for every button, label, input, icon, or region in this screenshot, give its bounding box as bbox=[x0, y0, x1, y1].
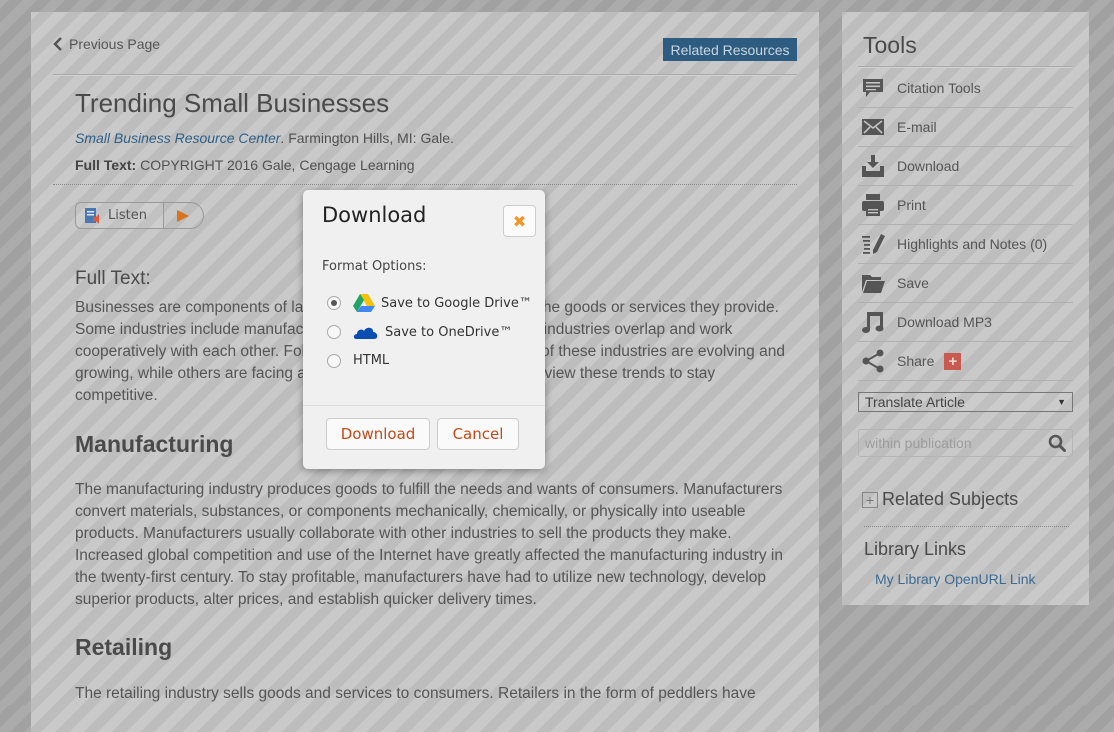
section-heading: Retailing bbox=[75, 634, 173, 660]
tool-download-mp3[interactable]: Download MP3 bbox=[858, 303, 1073, 342]
tools-list: Citation Tools E-mail Download Print Hig… bbox=[858, 69, 1073, 381]
divider bbox=[858, 66, 1073, 68]
music-icon bbox=[860, 310, 886, 334]
tool-label: Print bbox=[897, 197, 926, 213]
source-location: . Farmington Hills, MI: Gale. bbox=[280, 130, 454, 146]
play-button[interactable] bbox=[163, 202, 204, 229]
tool-label: Highlights and Notes (0) bbox=[897, 236, 1048, 252]
download-icon bbox=[860, 154, 886, 178]
tool-citation-tools[interactable]: Citation Tools bbox=[858, 69, 1073, 108]
search-icon[interactable] bbox=[1048, 434, 1066, 452]
format-options-label: Format Options: bbox=[322, 259, 427, 274]
speaker-document-icon bbox=[85, 207, 99, 224]
close-button[interactable]: ✖ bbox=[503, 205, 536, 237]
dropdown-arrow-icon: ▼ bbox=[1057, 397, 1066, 407]
play-icon bbox=[177, 209, 190, 222]
citation-icon bbox=[860, 76, 886, 100]
dialog-title: Download bbox=[322, 203, 427, 227]
translate-selected-value: Translate Article bbox=[865, 394, 965, 410]
copyright-line: Full Text: COPYRIGHT 2016 Gale, Cengage … bbox=[75, 157, 415, 173]
option-label: Save to Google Drive™ bbox=[381, 295, 532, 311]
radio-onedrive[interactable] bbox=[327, 325, 341, 339]
tool-share[interactable]: Share + bbox=[858, 342, 1073, 381]
full-text-heading: Full Text: bbox=[75, 268, 151, 289]
google-drive-icon bbox=[353, 294, 375, 312]
close-icon: ✖ bbox=[512, 211, 527, 231]
translate-article-select[interactable]: Translate Article ▼ bbox=[858, 392, 1073, 412]
dotted-divider bbox=[53, 184, 797, 185]
tool-label: Share bbox=[897, 353, 935, 369]
tool-label: E-mail bbox=[897, 119, 937, 135]
previous-page-link[interactable]: Previous Page bbox=[53, 36, 160, 52]
divider bbox=[303, 405, 545, 406]
tool-label: Save bbox=[897, 275, 929, 291]
divider bbox=[53, 74, 797, 76]
option-label: Save to OneDrive™ bbox=[385, 324, 513, 340]
search-within-publication bbox=[858, 429, 1073, 457]
tool-save[interactable]: Save bbox=[858, 264, 1073, 303]
tool-label: Download bbox=[897, 158, 960, 174]
copyright-label: Full Text: bbox=[75, 157, 137, 173]
option-onedrive[interactable]: Save to OneDrive™ bbox=[327, 322, 512, 342]
related-resources-button[interactable]: Related Resources bbox=[663, 38, 797, 61]
dotted-divider bbox=[864, 526, 1069, 527]
tool-label: Citation Tools bbox=[897, 80, 981, 96]
library-openurl-link[interactable]: My Library OpenURL Link bbox=[875, 571, 1036, 587]
download-button[interactable]: Download bbox=[326, 418, 430, 450]
tool-email[interactable]: E-mail bbox=[858, 108, 1073, 147]
cancel-button[interactable]: Cancel bbox=[437, 418, 519, 450]
tools-sidebar: Tools Citation Tools E-mail Download Pri… bbox=[842, 12, 1089, 605]
download-dialog: Download ✖ Format Options: Save to Googl… bbox=[303, 190, 545, 469]
related-subjects-label: Related Subjects bbox=[882, 489, 1019, 509]
related-subjects-toggle[interactable]: + Related Subjects bbox=[862, 489, 1018, 510]
share-plus-icon[interactable]: + bbox=[944, 352, 962, 370]
section-paragraph: The manufacturing industry produces good… bbox=[75, 481, 783, 608]
option-html[interactable]: HTML bbox=[327, 353, 389, 368]
library-links-heading: Library Links bbox=[864, 539, 967, 559]
tools-heading: Tools bbox=[863, 32, 917, 58]
radio-html[interactable] bbox=[327, 353, 341, 368]
print-icon bbox=[860, 193, 886, 217]
previous-page-label: Previous Page bbox=[69, 36, 161, 52]
folder-icon bbox=[860, 271, 886, 295]
highlight-icon bbox=[860, 232, 886, 256]
tool-label: Download MP3 bbox=[897, 314, 992, 330]
option-label: HTML bbox=[353, 353, 390, 368]
chevron-left-icon bbox=[53, 37, 62, 51]
publication-link[interactable]: Small Business Resource Center bbox=[75, 130, 280, 146]
listen-button[interactable]: Listen bbox=[75, 202, 164, 229]
article-source: Small Business Resource Center. Farmingt… bbox=[75, 130, 454, 146]
onedrive-icon bbox=[353, 327, 378, 339]
search-input[interactable] bbox=[865, 435, 1035, 451]
tool-print[interactable]: Print bbox=[858, 186, 1073, 225]
option-google-drive[interactable]: Save to Google Drive™ bbox=[327, 293, 532, 313]
listen-control: Listen bbox=[75, 202, 204, 229]
email-icon bbox=[860, 115, 886, 139]
section-heading: Manufacturing bbox=[75, 431, 234, 457]
tool-highlights-notes[interactable]: Highlights and Notes (0) bbox=[858, 225, 1073, 264]
share-icon bbox=[860, 349, 886, 373]
section-paragraph: The retailing industry sells goods and s… bbox=[75, 685, 756, 702]
article-title: Trending Small Businesses bbox=[75, 88, 390, 118]
expand-plus-icon: + bbox=[862, 491, 878, 508]
copyright-text: COPYRIGHT 2016 Gale, Cengage Learning bbox=[136, 157, 415, 173]
listen-label: Listen bbox=[108, 208, 147, 223]
tool-download[interactable]: Download bbox=[858, 147, 1073, 186]
radio-google-drive[interactable] bbox=[327, 296, 341, 310]
